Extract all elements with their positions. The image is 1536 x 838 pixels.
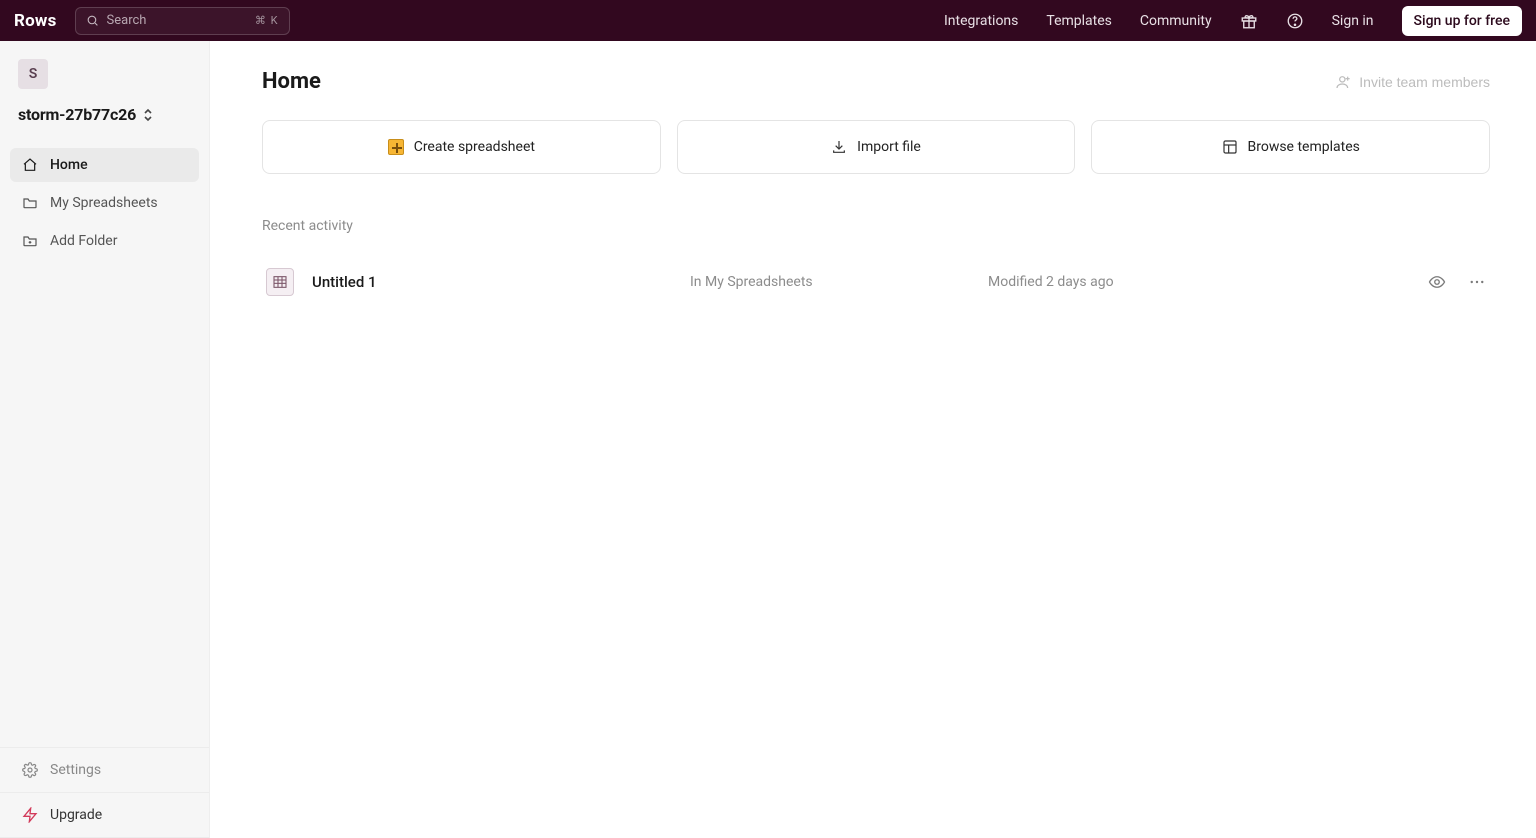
sidebar-settings-label: Settings <box>50 762 101 778</box>
workspace-avatar[interactable]: S <box>18 59 48 89</box>
user-plus-icon <box>1335 74 1351 90</box>
sidebar-item-my-spreadsheets[interactable]: My Spreadsheets <box>10 186 199 220</box>
sidebar-nav: Home My Spreadsheets Add Folder <box>0 148 209 258</box>
nav-templates[interactable]: Templates <box>1046 13 1112 29</box>
workspace-switcher[interactable]: storm-27b77c26 <box>18 105 191 124</box>
sidebar-settings[interactable]: Settings <box>0 748 209 793</box>
workspace-name: storm-27b77c26 <box>18 105 136 124</box>
quick-actions: Create spreadsheet Import file Browse te… <box>262 120 1490 174</box>
search-placeholder: Search <box>107 13 247 28</box>
recent-file-row[interactable]: Untitled 1 In My Spreadsheets Modified 2… <box>262 256 1490 308</box>
create-spreadsheet-label: Create spreadsheet <box>414 139 535 155</box>
logo[interactable]: Rows <box>14 11 57 31</box>
visibility-icon[interactable] <box>1428 273 1446 291</box>
sidebar-upgrade[interactable]: Upgrade <box>0 793 209 838</box>
nav-sign-in[interactable]: Sign in <box>1332 13 1374 29</box>
folder-icon <box>22 195 38 211</box>
sidebar: S storm-27b77c26 Home My Spreadsheets <box>0 41 210 838</box>
nav-community[interactable]: Community <box>1140 13 1212 29</box>
browse-templates-button[interactable]: Browse templates <box>1091 120 1490 174</box>
folder-plus-icon <box>22 233 38 249</box>
search-shortcut: ⌘ K <box>255 14 279 27</box>
chevron-updown-icon <box>142 108 154 122</box>
more-icon[interactable] <box>1468 273 1486 291</box>
page-title: Home <box>262 69 321 94</box>
templates-icon <box>1222 139 1238 155</box>
app-header: Rows Search ⌘ K Integrations Templates C… <box>0 0 1536 41</box>
help-icon[interactable] <box>1286 12 1304 30</box>
create-spreadsheet-button[interactable]: Create spreadsheet <box>262 120 661 174</box>
main-content: Home Invite team members Create spreadsh… <box>210 41 1536 838</box>
sidebar-item-label: Home <box>50 157 88 173</box>
gear-icon <box>22 762 38 778</box>
invite-team-label: Invite team members <box>1359 74 1490 90</box>
spreadsheet-icon <box>266 268 294 296</box>
upload-icon <box>831 139 847 155</box>
sidebar-item-add-folder[interactable]: Add Folder <box>10 224 199 258</box>
recent-activity-label: Recent activity <box>262 218 1490 234</box>
sign-up-button[interactable]: Sign up for free <box>1402 6 1522 36</box>
gift-icon[interactable] <box>1240 12 1258 30</box>
header-nav: Integrations Templates Community Sign in… <box>944 6 1522 36</box>
invite-team-button[interactable]: Invite team members <box>1335 74 1490 90</box>
sidebar-bottom: Settings Upgrade <box>0 747 209 838</box>
sidebar-item-home[interactable]: Home <box>10 148 199 182</box>
browse-templates-label: Browse templates <box>1248 139 1360 155</box>
search-icon <box>86 14 99 27</box>
plus-square-icon <box>388 139 404 155</box>
search-input[interactable]: Search ⌘ K <box>75 7 290 35</box>
import-file-button[interactable]: Import file <box>677 120 1076 174</box>
sidebar-upgrade-label: Upgrade <box>50 807 102 823</box>
file-modified: Modified 2 days ago <box>988 274 1410 290</box>
file-location: In My Spreadsheets <box>690 274 970 290</box>
nav-integrations[interactable]: Integrations <box>944 13 1018 29</box>
sidebar-item-label: My Spreadsheets <box>50 195 158 211</box>
sidebar-item-label: Add Folder <box>50 233 117 249</box>
lightning-icon <box>22 807 38 823</box>
file-name: Untitled 1 <box>312 273 672 291</box>
home-icon <box>22 157 38 173</box>
import-file-label: Import file <box>857 139 921 155</box>
